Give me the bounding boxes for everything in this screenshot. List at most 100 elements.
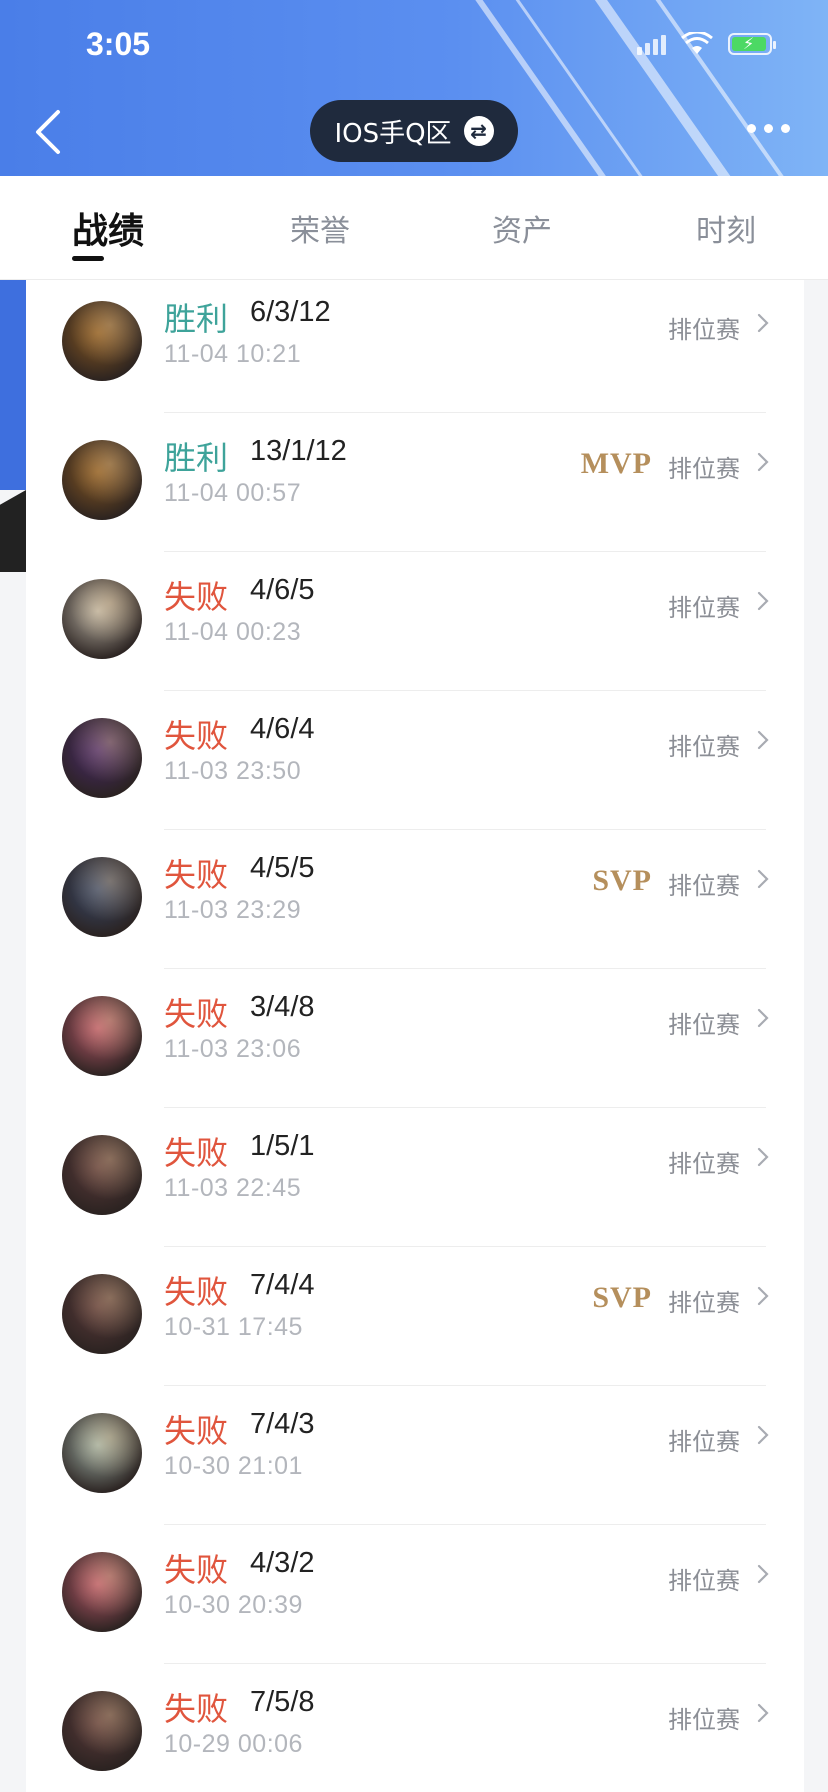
match-result: 胜利 — [164, 300, 229, 338]
performance-badge: SVP — [592, 1281, 652, 1314]
match-row[interactable]: 失败 7/4/4 10-31 17:45 SVP 排位赛 — [26, 1247, 804, 1386]
match-result: 胜利 — [164, 439, 229, 477]
match-result: 失败 — [164, 1690, 229, 1728]
chevron-right-icon — [757, 869, 769, 889]
battery-icon: ⚡ — [728, 33, 776, 55]
hero-avatar — [62, 440, 142, 520]
match-time: 10-29 00:06 — [164, 1730, 303, 1758]
match-kda: 4/6/5 — [250, 574, 315, 606]
wifi-icon — [681, 32, 713, 54]
top-header: 3:05 ⚡ IOS手Q区 ⇄ — [0, 0, 828, 176]
match-result: 失败 — [164, 717, 229, 755]
chevron-right-icon — [757, 313, 769, 333]
match-kda: 6/3/12 — [250, 296, 331, 328]
hero-avatar — [62, 579, 142, 659]
region-label: IOS手Q区 — [334, 118, 452, 149]
match-mode: 排位赛 — [668, 1150, 740, 1178]
hero-avatar — [62, 996, 142, 1076]
header-decoration — [648, 0, 828, 176]
match-time: 10-31 17:45 — [164, 1313, 303, 1341]
match-kda: 7/4/4 — [250, 1269, 315, 1301]
match-kda: 1/5/1 — [250, 1130, 315, 1162]
match-time: 11-03 23:50 — [164, 757, 302, 785]
match-list: 胜利 6/3/12 11-04 10:21 排位赛 胜利 13/1/12 11-04 00:… — [26, 280, 804, 1792]
tab-assets[interactable]: 资产 — [492, 206, 552, 250]
chevron-left-icon — [36, 110, 60, 154]
tab-record[interactable]: 战绩 — [72, 202, 144, 254]
match-mode: 排位赛 — [668, 1567, 740, 1595]
match-time: 11-03 22:45 — [164, 1174, 302, 1202]
match-kda: 4/5/5 — [250, 852, 315, 884]
match-row[interactable]: 失败 3/4/8 11-03 23:06 排位赛 — [26, 969, 804, 1108]
match-kda: 7/4/3 — [250, 1408, 315, 1440]
chevron-right-icon — [757, 1703, 769, 1723]
region-switch-button[interactable]: IOS手Q区 ⇄ — [310, 100, 518, 162]
match-result: 失败 — [164, 1412, 229, 1450]
match-mode: 排位赛 — [668, 455, 740, 483]
match-row[interactable]: 失败 4/5/5 11-03 23:29 SVP 排位赛 — [26, 830, 804, 969]
match-mode: 排位赛 — [668, 733, 740, 761]
match-row[interactable]: 失败 1/5/1 11-03 22:45 排位赛 — [26, 1108, 804, 1247]
hero-avatar — [62, 301, 142, 381]
match-time: 10-30 20:39 — [164, 1591, 303, 1619]
dot-icon — [747, 124, 756, 133]
hero-avatar — [62, 718, 142, 798]
chevron-right-icon — [757, 1008, 769, 1028]
match-time: 11-03 23:06 — [164, 1035, 302, 1063]
match-mode: 排位赛 — [668, 1428, 740, 1456]
match-mode: 排位赛 — [668, 594, 740, 622]
chevron-right-icon — [757, 730, 769, 750]
match-row[interactable]: 失败 4/3/2 10-30 20:39 排位赛 — [26, 1525, 804, 1664]
match-mode: 排位赛 — [668, 1011, 740, 1039]
match-kda: 3/4/8 — [250, 991, 315, 1023]
match-kda: 13/1/12 — [250, 435, 347, 467]
match-time: 10-30 21:01 — [164, 1452, 303, 1480]
match-mode: 排位赛 — [668, 1289, 740, 1317]
match-result: 失败 — [164, 1273, 229, 1311]
match-row[interactable]: 失败 7/5/8 10-29 00:06 排位赛 — [26, 1664, 804, 1792]
chevron-right-icon — [757, 1147, 769, 1167]
dot-icon — [781, 124, 790, 133]
tab-moments[interactable]: 时刻 — [696, 206, 756, 250]
match-row[interactable]: 失败 7/4/3 10-30 21:01 排位赛 — [26, 1386, 804, 1525]
background-decoration — [0, 490, 26, 572]
match-row[interactable]: 胜利 13/1/12 11-04 00:57 MVP 排位赛 — [26, 413, 804, 552]
match-mode: 排位赛 — [668, 1706, 740, 1734]
hero-avatar — [62, 1691, 142, 1771]
match-mode: 排位赛 — [668, 316, 740, 344]
match-result: 失败 — [164, 578, 229, 616]
match-result: 失败 — [164, 995, 229, 1033]
match-time: 11-04 10:21 — [164, 340, 302, 368]
match-result: 失败 — [164, 1134, 229, 1172]
hero-avatar — [62, 1552, 142, 1632]
match-kda: 4/3/2 — [250, 1547, 315, 1579]
cellular-signal-icon — [637, 33, 666, 55]
match-result: 失败 — [164, 1551, 229, 1589]
match-row[interactable]: 失败 4/6/4 11-03 23:50 排位赛 — [26, 691, 804, 830]
match-time: 11-03 23:29 — [164, 896, 302, 924]
match-kda: 7/5/8 — [250, 1686, 315, 1718]
match-row[interactable]: 胜利 6/3/12 11-04 10:21 排位赛 — [26, 280, 804, 413]
hero-avatar — [62, 857, 142, 937]
match-time: 11-04 00:23 — [164, 618, 302, 646]
tab-honor[interactable]: 荣誉 — [290, 206, 350, 250]
performance-badge: SVP — [592, 864, 652, 897]
match-row[interactable]: 失败 4/6/5 11-04 00:23 排位赛 — [26, 552, 804, 691]
match-result: 失败 — [164, 856, 229, 894]
background-decoration — [0, 280, 26, 490]
match-time: 11-04 00:57 — [164, 479, 302, 507]
hero-avatar — [62, 1274, 142, 1354]
status-time: 3:05 — [86, 26, 151, 62]
swap-icon: ⇄ — [463, 116, 494, 146]
chevron-right-icon — [757, 1564, 769, 1584]
more-options-button[interactable] — [747, 124, 790, 133]
match-kda: 4/6/4 — [250, 713, 315, 745]
hero-avatar — [62, 1135, 142, 1215]
performance-badge: MVP — [580, 447, 652, 480]
match-mode: 排位赛 — [668, 872, 740, 900]
tab-bar: 战绩 荣誉 资产 时刻 — [0, 176, 828, 280]
back-button[interactable] — [30, 108, 70, 158]
chevron-right-icon — [757, 591, 769, 611]
status-icons: ⚡ — [637, 32, 776, 56]
chevron-right-icon — [757, 1425, 769, 1445]
